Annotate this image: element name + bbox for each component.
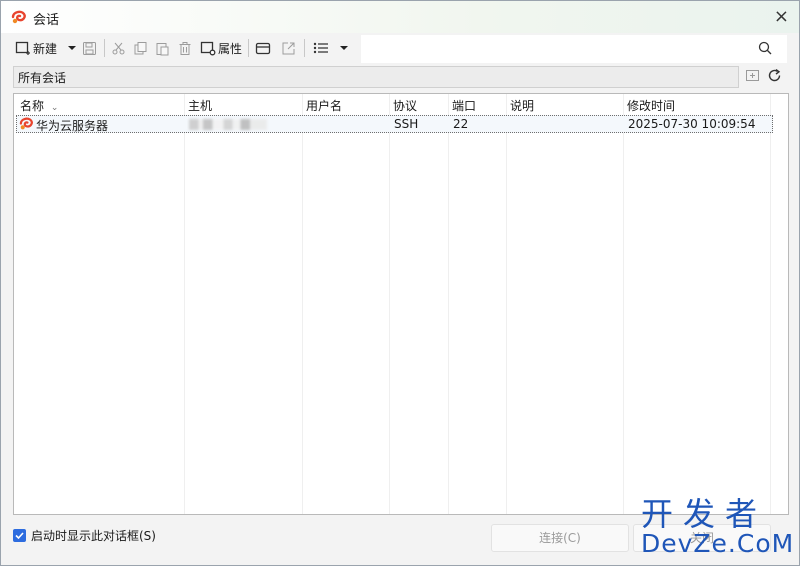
session-port: 22 [453, 117, 469, 131]
new-dropdown-button[interactable] [67, 39, 77, 57]
breadcrumb: 所有会话 [13, 66, 739, 88]
export-button[interactable] [281, 39, 296, 57]
session-host-redacted [189, 119, 267, 130]
new-session-icon [15, 40, 31, 56]
column-header-user[interactable]: 用户名 [306, 97, 342, 114]
save-button[interactable] [82, 39, 97, 57]
column-divider [770, 94, 771, 514]
watermark: 开发者 DevZe.CoM [641, 497, 797, 557]
column-divider [506, 94, 507, 514]
list-view-button[interactable] [313, 39, 329, 57]
properties-label: 属性 [218, 41, 243, 56]
column-divider [448, 94, 449, 514]
column-header-modified[interactable]: 修改时间 [627, 97, 675, 114]
properties-button[interactable]: 属性 [200, 39, 242, 57]
watermark-cn: 开发者 [641, 495, 768, 533]
column-divider [184, 94, 185, 514]
window-title: 会话 [33, 13, 60, 28]
app-logo-icon [11, 9, 27, 25]
close-window-button[interactable]: × [774, 6, 789, 27]
delete-icon [178, 41, 192, 56]
copy-button[interactable] [133, 39, 148, 57]
session-name: 华为云服务器 [36, 119, 109, 133]
search-input[interactable] [361, 35, 787, 63]
view-dropdown-icon [339, 43, 349, 53]
table-row[interactable]: 华为云服务器 SSH 22 2025-07-30 10:09:54 [16, 115, 773, 133]
dropdown-arrow-icon [67, 43, 77, 53]
delete-button[interactable] [178, 39, 192, 57]
paste-icon [155, 41, 170, 56]
session-dialog: 会话 × 新建 属性 所有会话 名称 ⌄ 主机 用户名 协议 端口 说明 修改时… [0, 0, 800, 566]
toolbar-separator [304, 39, 305, 57]
save-icon [82, 41, 97, 56]
properties-icon [200, 40, 216, 56]
cut-icon [111, 41, 126, 56]
column-header-host[interactable]: 主机 [188, 97, 212, 114]
connect-button[interactable]: 连接(C) [491, 524, 629, 552]
copy-icon [133, 41, 148, 56]
session-list: 名称 ⌄ 主机 用户名 协议 端口 说明 修改时间 华为云服务器 SSH 22 [13, 93, 789, 515]
show-on-startup-checkbox[interactable] [13, 529, 26, 542]
folder-icon [255, 41, 271, 56]
refresh-icon[interactable] [767, 68, 782, 86]
session-protocol: SSH [394, 117, 419, 131]
column-divider [623, 94, 624, 514]
view-dropdown-button[interactable] [339, 39, 349, 57]
toolbar-separator [104, 39, 105, 57]
toolbar-separator [248, 39, 249, 57]
watermark-en: DevZe.CoM [641, 529, 795, 558]
column-divider [389, 94, 390, 514]
column-header-desc[interactable]: 说明 [510, 97, 534, 114]
sort-arrow-icon: ⌄ [50, 103, 59, 113]
export-icon [281, 41, 296, 56]
new-folder-icon[interactable] [745, 68, 760, 86]
show-on-startup-label[interactable]: 启动时显示此对话框(S) [31, 527, 156, 544]
list-view-icon [313, 41, 329, 55]
new-session-label: 新建 [33, 41, 58, 56]
column-divider [302, 94, 303, 514]
open-folder-button[interactable] [255, 39, 271, 57]
checkmark-icon [15, 532, 24, 540]
column-header-name[interactable]: 名称 ⌄ [20, 97, 58, 114]
column-header-protocol[interactable]: 协议 [393, 97, 417, 114]
session-logo-icon [19, 116, 34, 134]
breadcrumb-label: 所有会话 [18, 71, 67, 85]
session-modified: 2025-07-30 10:09:54 [628, 117, 756, 131]
title-bar: 会话 × [1, 1, 799, 33]
paste-button[interactable] [155, 39, 170, 57]
column-header-row: 名称 ⌄ 主机 用户名 协议 端口 说明 修改时间 [14, 94, 788, 114]
cut-button[interactable] [111, 39, 126, 57]
search-icon[interactable] [758, 41, 789, 58]
new-session-button[interactable]: 新建 [15, 39, 57, 57]
column-header-port[interactable]: 端口 [452, 97, 476, 114]
